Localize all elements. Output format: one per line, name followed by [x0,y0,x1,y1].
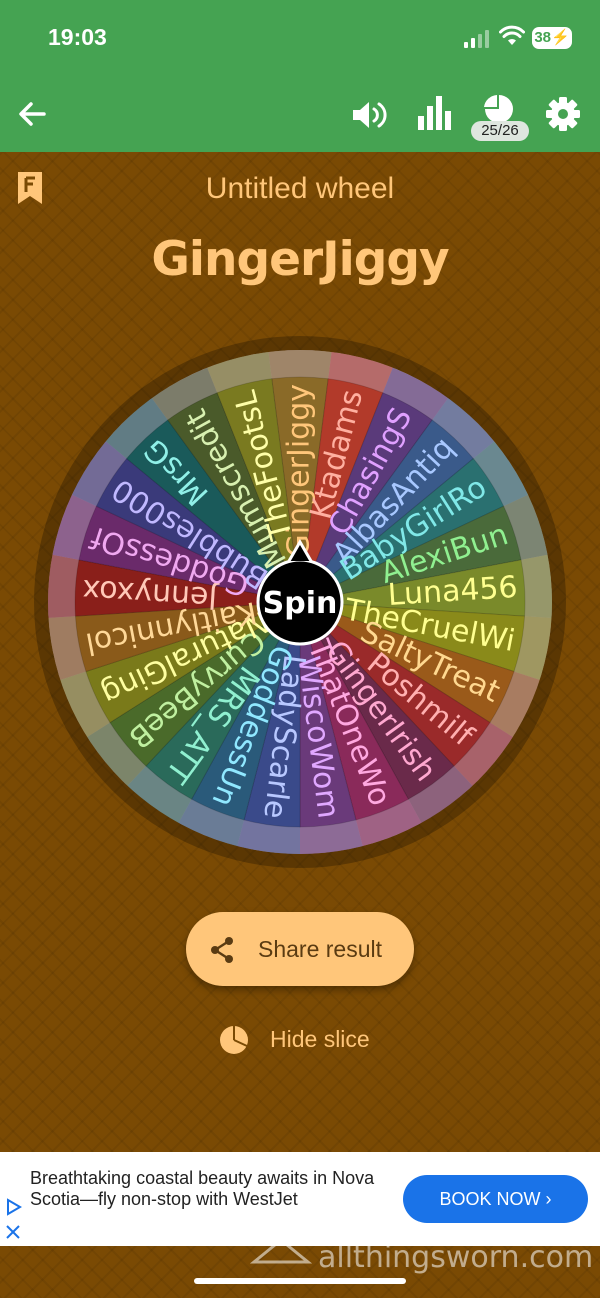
share-result-button[interactable]: Share result [186,912,414,986]
app-bar [0,80,600,152]
cellular-signal-icon [464,30,489,48]
adchoices-icon[interactable] [4,1198,24,1216]
hide-slice-label: Hide slice [270,1026,370,1052]
wifi-icon [499,25,525,45]
wheel-title[interactable]: Untitled wheel [0,172,600,206]
status-time: 19:03 [48,24,107,50]
watermark: allthingsworn.com [250,1232,594,1282]
pie-chart-icon[interactable] [481,94,517,124]
ad-close-icon[interactable] [5,1224,21,1240]
share-result-label: Share result [258,936,383,962]
book-now-label: BOOK NOW [439,1189,541,1209]
home-indicator [194,1278,406,1284]
watermark-text: allthingsworn.com [318,1240,594,1275]
result-name: GingerJiggy [151,232,449,287]
hide-slice-pie-icon [220,1026,248,1054]
battery-level: 38 [534,29,551,46]
wheel-counter: 25/26 [471,121,529,141]
battery-indicator: 38⚡ [532,27,572,49]
spin-label: Spin [263,586,338,621]
book-now-button[interactable]: BOOK NOW › [403,1175,588,1223]
settings-gear-icon[interactable] [545,96,581,132]
watermark-logo-icon [250,1238,312,1264]
back-arrow-icon[interactable] [16,98,48,130]
hide-slice-button[interactable]: Hide slice [218,1022,408,1058]
statistics-icon[interactable] [416,94,452,132]
spin-wheel[interactable]: GingerJiggyKtadamsChasingSAlbasAntiqBaby… [32,334,568,870]
status-bar: 19:03 38⚡ [0,0,600,80]
share-icon [211,937,233,963]
ad-text: Breathtaking coastal beauty awaits in No… [30,1168,375,1209]
sound-icon[interactable] [350,98,388,132]
